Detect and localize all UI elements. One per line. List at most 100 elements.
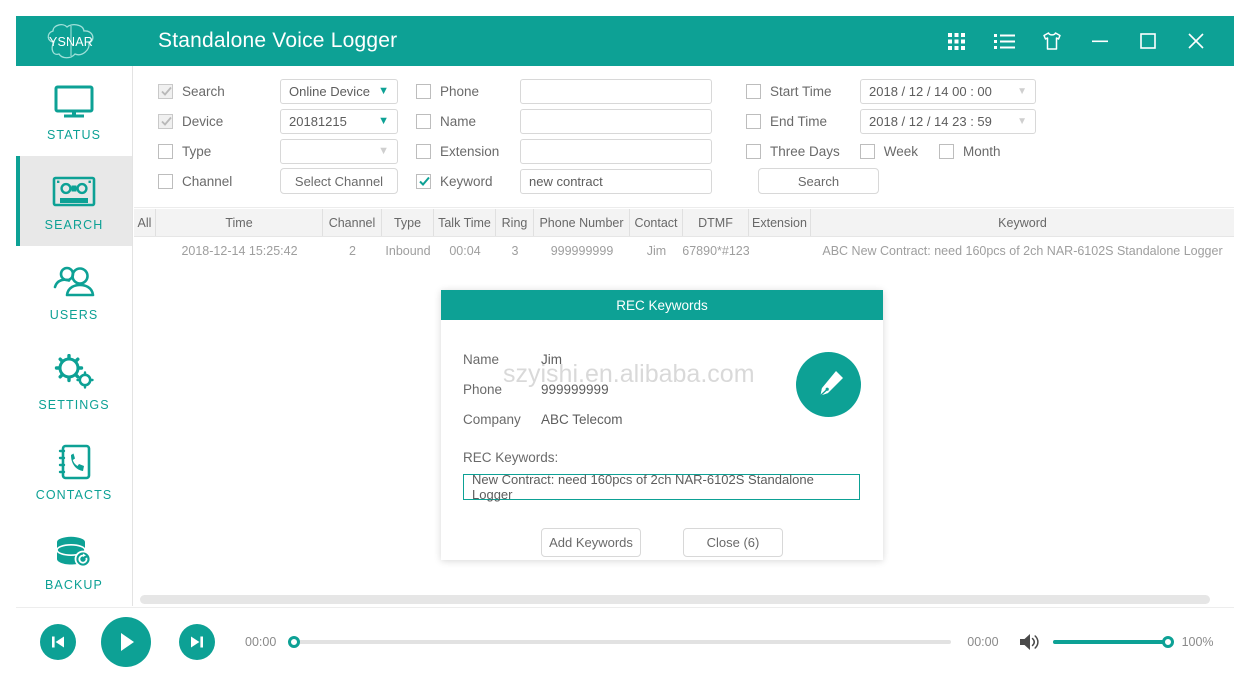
table-header-dtmf[interactable]: DTMF <box>683 209 749 236</box>
end-time-checkbox[interactable] <box>746 114 761 129</box>
company-label: Company <box>463 412 541 427</box>
volume-label: 100% <box>1182 635 1214 649</box>
close-button[interactable]: Close (6) <box>683 528 783 557</box>
table-header-ring[interactable]: Ring <box>496 209 534 236</box>
channel-checkbox[interactable] <box>158 174 173 189</box>
phone-checkbox-label: Phone <box>440 84 479 99</box>
previous-track-icon[interactable] <box>40 624 76 660</box>
skin-shirt-icon[interactable] <box>1028 16 1076 66</box>
list-icon[interactable] <box>980 16 1028 66</box>
current-time-label: 00:00 <box>245 635 276 649</box>
sidebar-item-status[interactable]: STATUS <box>16 66 132 156</box>
sidebar-item-label: BACKUP <box>45 578 103 592</box>
filter-row-search-action: Search <box>746 166 1036 196</box>
rec-keywords-input[interactable]: New Contract: need 160pcs of 2ch NAR-610… <box>463 474 860 500</box>
search-mode-value: Online Device <box>289 84 370 99</box>
end-time-picker[interactable]: 2018 / 12 / 14 23 : 59 ▼ <box>860 109 1036 134</box>
maximize-icon[interactable] <box>1124 16 1172 66</box>
search-mode-select[interactable]: Online Device ▼ <box>280 79 398 104</box>
sidebar-item-label: SETTINGS <box>38 398 109 412</box>
three-days-checkbox[interactable] <box>746 144 761 159</box>
sidebar-item-contacts[interactable]: CONTACTS <box>16 426 132 516</box>
select-channel-button[interactable]: Select Channel <box>280 168 398 194</box>
speaker-icon[interactable] <box>1017 631 1041 653</box>
cell-contact: Jim <box>630 244 683 258</box>
cell-type: Inbound <box>382 244 434 258</box>
start-time-checkbox[interactable] <box>746 84 761 99</box>
month-checkbox[interactable] <box>939 144 954 159</box>
rec-keywords-label: REC Keywords: <box>463 450 861 465</box>
filter-row-extension: Extension <box>416 136 712 166</box>
table-header-channel[interactable]: Channel <box>323 209 382 236</box>
table-header-phone-number[interactable]: Phone Number <box>534 209 630 236</box>
cell-time: 2018-12-14 15:25:42 <box>156 244 323 258</box>
minimize-icon[interactable] <box>1076 16 1124 66</box>
table-header-contact[interactable]: Contact <box>630 209 683 236</box>
table-header-talk-time[interactable]: Talk Time <box>434 209 496 236</box>
add-keywords-button[interactable]: Add Keywords <box>541 528 641 557</box>
filter-row-keyword: Keyword new contract <box>416 166 712 196</box>
title-bar: YSNAR Standalone Voice Logger <box>16 16 1234 66</box>
type-select[interactable]: ▼ <box>280 139 398 164</box>
device-checkbox[interactable] <box>158 114 173 129</box>
filter-row-quick-ranges: Three Days Week Month <box>746 136 1036 166</box>
search-checkbox[interactable] <box>158 84 173 99</box>
chevron-down-icon: ▼ <box>1017 86 1027 97</box>
three-days-label: Three Days <box>770 144 840 159</box>
start-time-picker[interactable]: 2018 / 12 / 14 00 : 00 ▼ <box>860 79 1036 104</box>
table-header-extension[interactable]: Extension <box>749 209 811 236</box>
filter-row-phone: Phone <box>416 76 712 106</box>
filter-row-device: Device 20181215 ▼ <box>158 106 398 136</box>
phone-checkbox[interactable] <box>416 84 431 99</box>
window-controls <box>932 16 1234 66</box>
cell-phone-number: 999999999 <box>534 244 630 258</box>
chevron-down-icon: ▼ <box>1017 116 1027 127</box>
volume-slider[interactable] <box>1053 640 1168 644</box>
sidebar-item-users[interactable]: USERS <box>16 246 132 336</box>
sidebar-item-search[interactable]: SEARCH <box>16 156 132 246</box>
table-header-type[interactable]: Type <box>382 209 434 236</box>
apps-grid-icon[interactable] <box>932 16 980 66</box>
name-checkbox-label: Name <box>440 114 476 129</box>
close-icon[interactable] <box>1172 16 1220 66</box>
table-header-time[interactable]: Time <box>156 209 323 236</box>
volume-knob[interactable] <box>1162 636 1174 648</box>
progress-slider[interactable] <box>294 640 951 644</box>
sidebar-item-label: SEARCH <box>45 218 104 232</box>
progress-knob[interactable] <box>288 636 300 648</box>
table-row[interactable]: 2018-12-14 15:25:42 2 Inbound 00:04 3 99… <box>134 237 1234 265</box>
pen-nib-icon <box>796 352 861 417</box>
search-checkbox-label: Search <box>182 84 225 99</box>
extension-input[interactable] <box>520 139 712 164</box>
keyword-checkbox[interactable] <box>416 174 431 189</box>
name-label: Name <box>463 352 541 367</box>
sidebar-item-settings[interactable]: SETTINGS <box>16 336 132 426</box>
phone-input[interactable] <box>520 79 712 104</box>
sidebar-item-backup[interactable]: BACKUP <box>16 516 132 606</box>
table-header-keyword[interactable]: Keyword <box>811 209 1234 236</box>
company-value: ABC Telecom <box>541 412 623 427</box>
next-track-icon[interactable] <box>179 624 215 660</box>
horizontal-scrollbar[interactable] <box>140 595 1210 604</box>
phone-label: Phone <box>463 382 541 397</box>
week-checkbox[interactable] <box>860 144 875 159</box>
name-input[interactable] <box>520 109 712 134</box>
end-time-value: 2018 / 12 / 14 23 : 59 <box>869 114 992 129</box>
sidebar-item-label: STATUS <box>47 128 101 142</box>
keyword-input[interactable]: new contract <box>520 169 712 194</box>
search-button[interactable]: Search <box>758 168 879 194</box>
name-checkbox[interactable] <box>416 114 431 129</box>
cell-keyword: ABC New Contract: need 160pcs of 2ch NAR… <box>811 244 1234 258</box>
table-header-all[interactable]: All <box>134 209 156 236</box>
phone-value: 999999999 <box>541 382 609 397</box>
type-checkbox[interactable] <box>158 144 173 159</box>
extension-checkbox[interactable] <box>416 144 431 159</box>
filter-column-device: Search Online Device ▼ Device 20181215 ▼… <box>158 76 398 196</box>
table-header-row: All Time Channel Type Talk Time Ring Pho… <box>134 209 1234 237</box>
play-icon[interactable] <box>101 617 151 667</box>
device-select[interactable]: 20181215 ▼ <box>280 109 398 134</box>
app-logo: YSNAR <box>16 16 126 66</box>
start-time-checkbox-label: Start Time <box>770 84 832 99</box>
svg-text:YSNAR: YSNAR <box>49 35 93 49</box>
cassette-icon <box>52 170 96 214</box>
